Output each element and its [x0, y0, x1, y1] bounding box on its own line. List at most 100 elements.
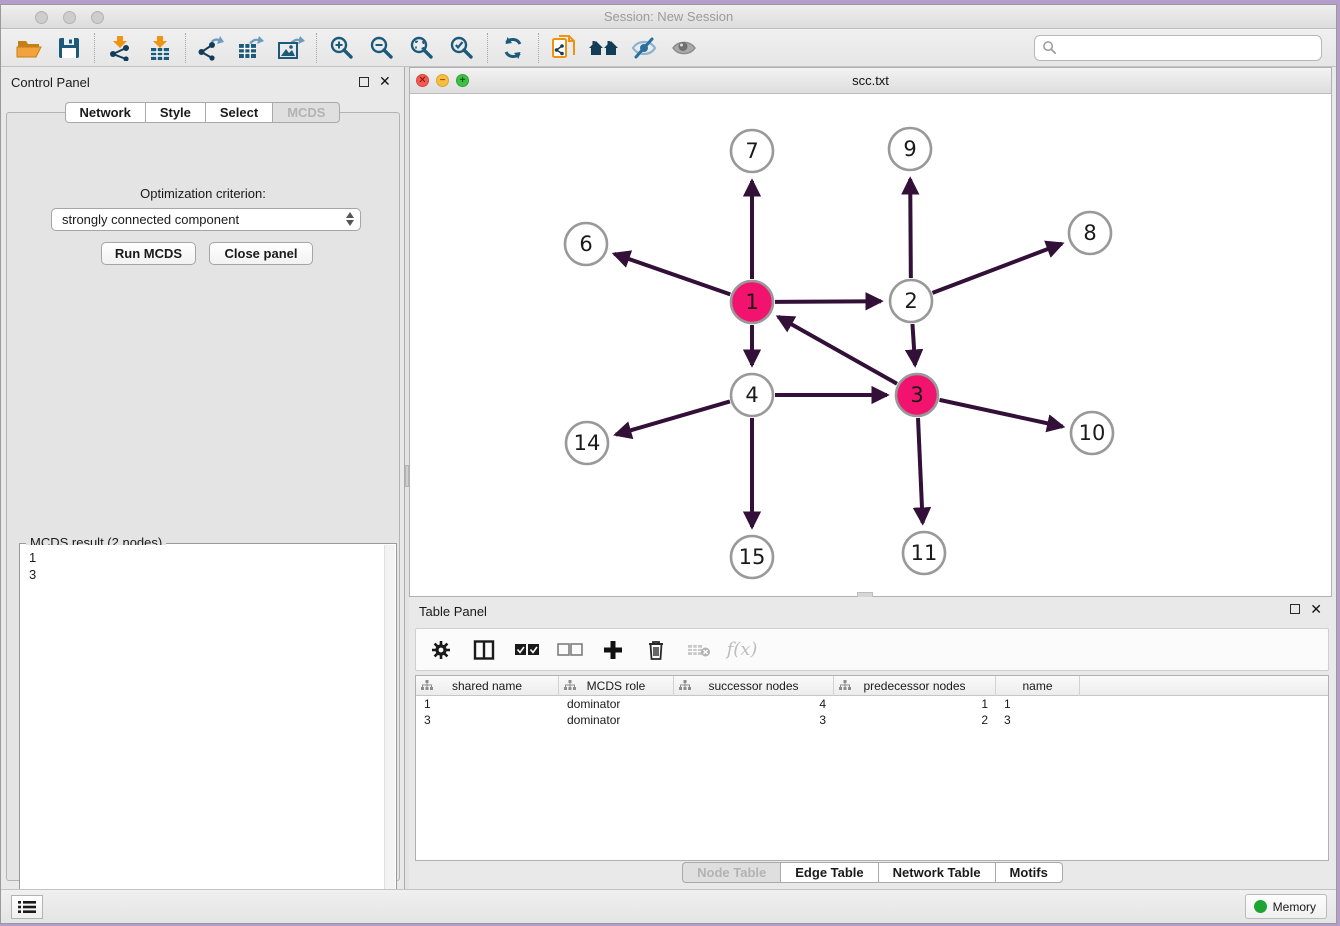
graph-node[interactable]: 8	[1069, 212, 1111, 254]
tab-node-table[interactable]: Node Table	[682, 862, 780, 883]
cell-successor-nodes: 3	[674, 713, 834, 727]
column-header-name[interactable]: name	[996, 676, 1080, 696]
search-input[interactable]	[1057, 38, 1321, 58]
show-column-button[interactable]	[471, 636, 497, 664]
graph-node[interactable]: 10	[1071, 412, 1113, 454]
import-network-button[interactable]	[100, 32, 140, 64]
column-header-shared-name[interactable]: shared name	[416, 676, 559, 696]
table-row[interactable]: 1 dominator 4 1 1	[416, 696, 1328, 712]
run-mcds-button[interactable]: Run MCDS	[101, 242, 196, 265]
graph-edge[interactable]	[918, 418, 923, 523]
network-view-window: ✕ − + scc.txt 7968124314101511	[409, 67, 1332, 597]
show-all-button[interactable]	[664, 32, 704, 64]
graph-edge[interactable]	[775, 301, 881, 302]
graph-node-label: 6	[579, 232, 592, 256]
trash-icon	[647, 639, 665, 661]
graph-node[interactable]: 3	[896, 374, 938, 416]
network-graph[interactable]: 7 9 6 8 1 2 4 3 14 10 15 11	[410, 94, 1336, 596]
cell-successor-nodes: 4	[674, 697, 834, 711]
delete-row-button[interactable]	[643, 636, 669, 664]
graph-edge[interactable]	[778, 317, 897, 384]
graph-edge[interactable]	[939, 400, 1062, 427]
node-table: shared name MCDS role successor nodes pr…	[415, 675, 1329, 861]
export-network-button[interactable]	[191, 32, 231, 64]
tree-icon	[421, 680, 433, 692]
control-panel-float-button[interactable]	[359, 76, 369, 90]
table-panel: Table Panel ✕	[409, 597, 1336, 889]
add-row-button[interactable]	[600, 636, 626, 664]
export-image-button[interactable]	[271, 32, 311, 64]
cell-predecessor-nodes: 2	[834, 713, 996, 727]
graph-edge[interactable]	[616, 401, 730, 434]
refresh-icon	[500, 35, 526, 61]
save-session-button[interactable]	[49, 32, 89, 64]
hide-selected-button[interactable]	[624, 32, 664, 64]
apply-function-button[interactable]: f(x)	[729, 636, 755, 664]
export-table-button[interactable]	[231, 32, 271, 64]
plus-icon	[603, 640, 623, 660]
column-header-mcds-role[interactable]: MCDS role	[559, 676, 674, 696]
graph-edge[interactable]	[910, 179, 911, 278]
export-network-icon	[198, 35, 224, 61]
graph-node[interactable]: 2	[890, 280, 932, 322]
result-scrollbar[interactable]	[384, 545, 395, 919]
select-all-button[interactable]	[514, 636, 540, 664]
unchecked-boxes-icon	[557, 643, 583, 657]
criterion-select[interactable]: strongly connected component	[51, 208, 361, 231]
graph-node[interactable]: 6	[565, 223, 607, 265]
tab-network[interactable]: Network	[65, 102, 145, 123]
column-header-predecessor-nodes[interactable]: predecessor nodes	[834, 676, 996, 696]
mcds-result-fieldset: MCDS result (2 nodes) 1 3	[19, 543, 397, 921]
tab-edge-table[interactable]: Edge Table	[780, 862, 877, 883]
graph-node[interactable]: 9	[889, 128, 931, 170]
memory-button[interactable]: Memory	[1245, 894, 1327, 919]
tab-style[interactable]: Style	[145, 102, 205, 123]
tab-motifs[interactable]: Motifs	[995, 862, 1063, 883]
column-header-successor-nodes[interactable]: successor nodes	[674, 676, 834, 696]
graph-node-label: 7	[745, 139, 758, 163]
table-header-row: shared name MCDS role successor nodes pr…	[416, 676, 1328, 696]
open-session-button[interactable]	[9, 32, 49, 64]
mcds-result-text[interactable]: 1 3	[21, 545, 384, 919]
control-panel: Control Panel ✕ Network Style Select MCD…	[1, 67, 404, 889]
tab-select[interactable]: Select	[205, 102, 272, 123]
tab-mcds[interactable]: MCDS	[272, 102, 340, 123]
search-box[interactable]	[1034, 35, 1322, 61]
zoom-selected-button[interactable]	[442, 32, 482, 64]
table-toolbar: f(x)	[415, 628, 1329, 671]
graph-node-label: 11	[911, 541, 938, 565]
zoom-in-button[interactable]	[322, 32, 362, 64]
delete-column-button[interactable]	[686, 636, 712, 664]
graph-edge[interactable]	[933, 244, 1062, 293]
graph-edge[interactable]	[614, 254, 730, 295]
network-canvas[interactable]: 7 9 6 8 1 2 4 3 14 10 15 11	[410, 94, 1331, 596]
graph-node[interactable]: 1	[731, 281, 773, 323]
table-panel-float-button[interactable]	[1290, 603, 1300, 617]
graph-node[interactable]: 15	[731, 536, 773, 578]
zoom-fit-button[interactable]	[402, 32, 442, 64]
zoom-selected-icon	[449, 35, 475, 61]
cell-predecessor-nodes: 1	[834, 697, 996, 711]
table-row[interactable]: 3 dominator 3 2 3	[416, 712, 1328, 728]
first-neighbors-button[interactable]	[544, 32, 584, 64]
eye-icon	[670, 36, 698, 60]
refresh-button[interactable]	[493, 32, 533, 64]
task-history-button[interactable]	[11, 895, 43, 919]
graph-node[interactable]: 14	[566, 422, 608, 464]
graph-edge[interactable]	[912, 324, 915, 365]
table-panel-close-button[interactable]: ✕	[1310, 601, 1322, 618]
control-panel-close-button[interactable]: ✕	[379, 73, 391, 90]
graph-node[interactable]: 11	[903, 532, 945, 574]
tree-icon	[564, 680, 576, 692]
reset-view-button[interactable]	[584, 32, 624, 64]
network-window-title: scc.txt	[410, 73, 1331, 88]
close-panel-button[interactable]: Close panel	[209, 242, 313, 265]
graph-node[interactable]: 7	[731, 130, 773, 172]
zoom-out-button[interactable]	[362, 32, 402, 64]
import-table-button[interactable]	[140, 32, 180, 64]
table-settings-button[interactable]	[428, 636, 454, 664]
graph-node[interactable]: 4	[731, 374, 773, 416]
tab-network-table[interactable]: Network Table	[878, 862, 995, 883]
graph-node-label: 14	[574, 431, 601, 455]
deselect-all-button[interactable]	[557, 636, 583, 664]
